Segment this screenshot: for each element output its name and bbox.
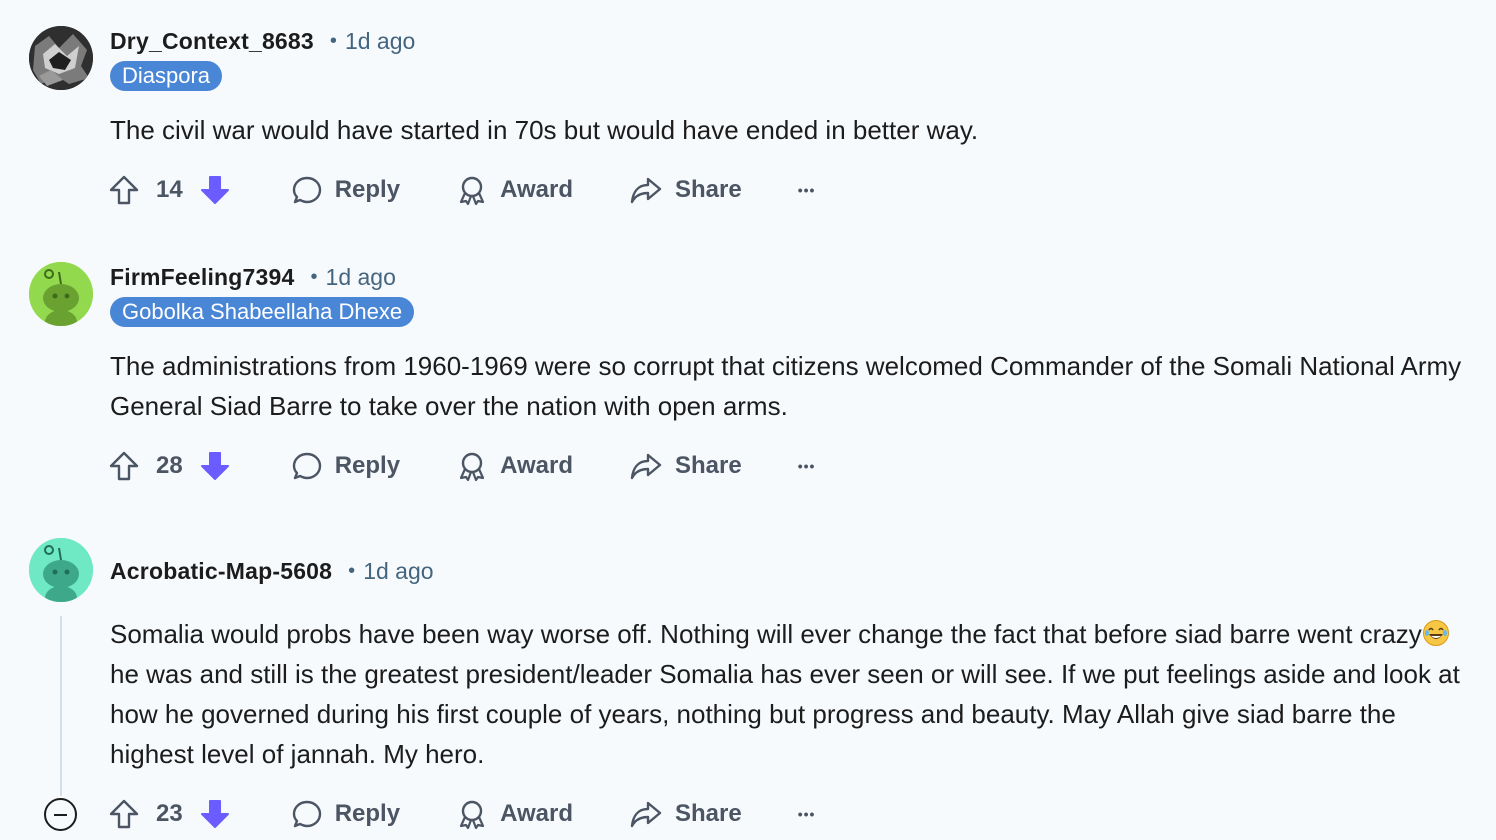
vote-count: 14 [156, 176, 183, 203]
snoo-avatar-image [29, 262, 93, 326]
thread-line[interactable] [60, 616, 62, 796]
award-icon [459, 176, 485, 206]
reply-icon [292, 800, 321, 828]
share-button[interactable]: Share [629, 798, 742, 830]
user-flair: Diaspora [110, 61, 223, 91]
vote-count: 23 [156, 800, 183, 827]
more-options-button[interactable]: ••• [798, 458, 816, 474]
more-icon: ••• [797, 182, 816, 198]
meta-separator: • [310, 265, 318, 288]
upvote-button[interactable] [108, 450, 140, 482]
share-button[interactable]: Share [629, 450, 742, 482]
upvote-button[interactable] [108, 174, 140, 206]
reply-button[interactable]: Reply [291, 174, 400, 206]
collapse-icon [54, 813, 67, 816]
share-label: Share [674, 800, 742, 827]
more-icon: ••• [797, 806, 816, 822]
reply-button[interactable]: Reply [291, 798, 400, 830]
downvote-icon [200, 800, 229, 828]
award-icon [459, 452, 485, 482]
share-label: Share [674, 176, 742, 203]
comment-actions: 14 Reply Award Share ••• [108, 170, 815, 210]
reply-icon [292, 452, 321, 480]
award-label: Award [500, 452, 573, 479]
vote-count: 28 [156, 452, 183, 479]
comment-body: The civil war would have started in 70s … [110, 115, 979, 145]
reply-label: Reply [334, 452, 401, 479]
timestamp[interactable]: 1d ago [326, 264, 396, 291]
downvote-button[interactable] [199, 798, 231, 830]
downvote-icon [200, 176, 229, 204]
collapse-thread-button[interactable] [44, 798, 77, 831]
username[interactable]: FirmFeeling7394 [110, 264, 295, 291]
reply-button[interactable]: Reply [291, 450, 400, 482]
more-options-button[interactable]: ••• [798, 806, 816, 822]
downvote-icon [200, 452, 229, 480]
comment-body-part2: he was and still is the greatest preside… [110, 659, 1460, 769]
award-button[interactable]: Award [456, 450, 573, 482]
user-flair: Gobolka Shabeellaha Dhexe [110, 297, 415, 327]
comment-actions: 23 Reply Award Share ••• [108, 794, 815, 834]
meta-separator: • [329, 29, 337, 52]
more-options-button[interactable]: ••• [798, 182, 816, 198]
comment-body-part1: Somalia would probs have been way worse … [110, 619, 1422, 649]
reply-label: Reply [334, 800, 401, 827]
username[interactable]: Acrobatic-Map-5608 [110, 558, 332, 585]
share-icon [630, 801, 662, 828]
award-button[interactable]: Award [456, 798, 573, 830]
award-label: Award [500, 800, 573, 827]
comment-body: The administrations from 1960-1969 were … [110, 351, 1462, 421]
share-icon [630, 453, 662, 480]
award-label: Award [500, 176, 573, 203]
upvote-icon [109, 175, 139, 205]
timestamp[interactable]: 1d ago [363, 558, 433, 585]
more-icon: ••• [797, 458, 816, 474]
snoo-avatar-image [29, 538, 93, 602]
meta-separator: • [348, 559, 356, 582]
award-button[interactable]: Award [456, 174, 573, 206]
reply-label: Reply [334, 176, 401, 203]
award-icon [459, 800, 485, 830]
timestamp[interactable]: 1d ago [345, 28, 415, 55]
share-label: Share [674, 452, 742, 479]
share-icon [630, 177, 662, 204]
downvote-button[interactable] [199, 174, 231, 206]
share-button[interactable]: Share [629, 174, 742, 206]
user-avatar[interactable] [29, 538, 93, 602]
reply-icon [292, 176, 321, 204]
comment-body: Somalia would probs have been way worse … [110, 614, 1470, 774]
user-avatar[interactable] [29, 26, 93, 90]
laughing-emoji [1422, 620, 1449, 646]
avatar-image [29, 26, 93, 90]
downvote-button[interactable] [199, 450, 231, 482]
user-avatar[interactable] [29, 262, 93, 326]
comment-actions: 28 Reply Award Share ••• [108, 446, 815, 486]
username[interactable]: Dry_Context_8683 [110, 28, 314, 55]
upvote-icon [109, 799, 139, 829]
upvote-icon [109, 451, 139, 481]
upvote-button[interactable] [108, 798, 140, 830]
